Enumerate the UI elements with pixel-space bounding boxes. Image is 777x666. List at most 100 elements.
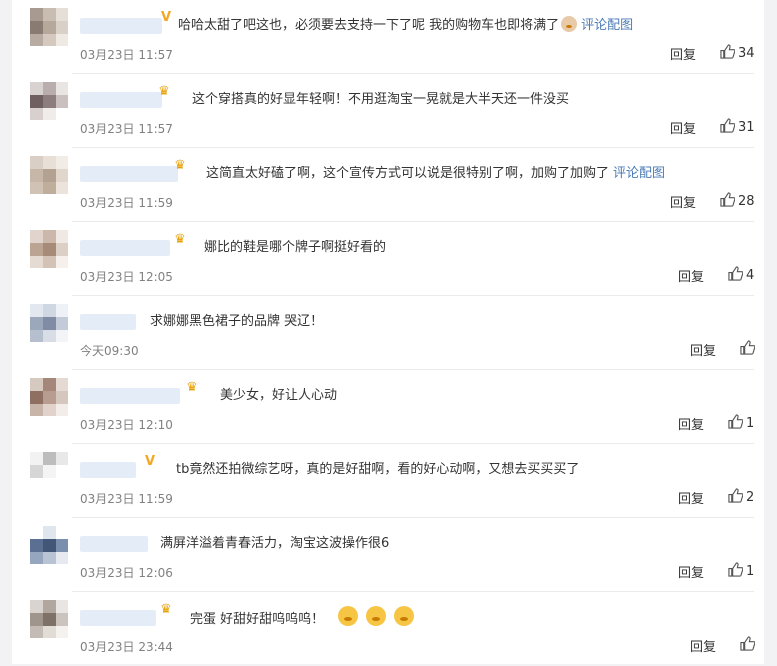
comment-time: 03月23日 12:10 <box>80 418 173 432</box>
reply-button[interactable]: 回复 <box>670 44 696 63</box>
crown-icon: ♛ <box>186 380 198 395</box>
thumbs-up-icon <box>720 44 736 59</box>
comment-image-link[interactable]: 评论配图 <box>613 166 665 181</box>
thumbs-up-icon <box>720 118 736 133</box>
comment-item: ♛ 美少女，好让人心动 03月23日 12:10 回复 1 <box>12 370 764 444</box>
avatar[interactable] <box>30 8 68 46</box>
comment-item: ♛ 完蛋 好甜好甜呜呜呜！ 03月23日 23:44 回复 <box>12 592 764 666</box>
comment-time: 03月23日 12:05 <box>80 270 173 284</box>
thumbs-up-icon <box>740 636 756 651</box>
reply-button[interactable]: 回复 <box>678 414 704 433</box>
comment-image-link[interactable]: 评论配图 <box>581 18 633 33</box>
avatar[interactable] <box>30 304 68 342</box>
thumbs-up-icon <box>728 488 744 503</box>
thumbs-up-icon <box>728 562 744 577</box>
v-badge-icon: V <box>160 10 172 25</box>
comment-text: 这个穿搭真的好显年轻啊！不用逛淘宝一晃就是大半天还一件没买 <box>192 88 569 107</box>
crown-icon: ♛ <box>174 158 186 173</box>
reply-button[interactable]: 回复 <box>678 488 704 507</box>
thumbs-up-icon <box>728 266 744 281</box>
crown-icon: ♛ <box>174 232 186 247</box>
comment-list: V 哈哈太甜了吧这也，必须要去支持一下了呢 我的购物车也即将满了 评论配图 03月… <box>12 0 764 664</box>
username[interactable] <box>80 388 180 404</box>
comment-time: 03月23日 11:57 <box>80 48 173 62</box>
comment-time: 03月23日 11:59 <box>80 196 173 210</box>
comment-item: ♛ 这个穿搭真的好显年轻啊！不用逛淘宝一晃就是大半天还一件没买 03月23日 1… <box>12 74 764 148</box>
crown-icon: ♛ <box>158 84 170 99</box>
comment-item: 满屏洋溢着青春活力，淘宝这波操作很6 03月23日 12:06 回复 1 <box>12 518 764 592</box>
username[interactable] <box>80 92 162 108</box>
cat-emoji-icon <box>561 16 578 32</box>
comment-item: V 哈哈太甜了吧这也，必须要去支持一下了呢 我的购物车也即将满了 评论配图 03月… <box>12 0 764 74</box>
avatar[interactable] <box>30 378 68 416</box>
username[interactable] <box>80 536 148 552</box>
like-button[interactable]: 1 <box>728 562 754 579</box>
username[interactable] <box>80 166 178 182</box>
blush-emoji-icon <box>394 606 415 626</box>
like-count: 31 <box>738 120 755 135</box>
like-button[interactable]: 31 <box>720 118 755 135</box>
comment-body: 求娜娜黑色裙子的品牌 哭辽！ <box>150 314 324 329</box>
username[interactable] <box>80 610 156 626</box>
comment-text: tb竟然还拍微综艺呀，真的是好甜啊，看的好心动啊，又想去买买买了 <box>176 458 579 477</box>
comment-item: ♛ 这简直太好磕了啊，这个宣传方式可以说是很特别了啊，加购了加购了 评论配图 03… <box>12 148 764 222</box>
like-button[interactable]: 34 <box>720 44 755 61</box>
comment-body: 娜比的鞋是哪个牌子啊挺好看的 <box>204 240 387 255</box>
comment-text: 这简直太好磕了啊，这个宣传方式可以说是很特别了啊，加购了加购了 评论配图 <box>206 162 665 181</box>
username[interactable] <box>80 240 170 256</box>
blush-emoji-icon <box>366 606 387 626</box>
comment-body: 哈哈太甜了吧这也，必须要去支持一下了呢 我的购物车也即将满了 <box>178 18 560 33</box>
comment-text: 完蛋 好甜好甜呜呜呜！ <box>190 606 420 627</box>
comment-time: 03月23日 23:44 <box>80 640 173 654</box>
like-count: 2 <box>746 490 755 505</box>
reply-button[interactable]: 回复 <box>678 266 704 285</box>
comment-text: 满屏洋溢着青春活力，淘宝这波操作很6 <box>160 532 389 551</box>
like-button[interactable] <box>740 636 758 653</box>
comment-body: tb竟然还拍微综艺呀，真的是好甜啊，看的好心动啊，又想去买买买了 <box>176 462 580 477</box>
like-count: 1 <box>746 564 755 579</box>
avatar[interactable] <box>30 526 68 564</box>
comment-body: 美少女，好让人心动 <box>220 388 338 403</box>
reply-button[interactable]: 回复 <box>690 340 716 359</box>
like-button[interactable] <box>740 340 758 357</box>
v-badge-icon: V <box>144 454 156 469</box>
thumbs-up-icon <box>728 414 744 429</box>
comment-item: V tb竟然还拍微综艺呀，真的是好甜啊，看的好心动啊，又想去买买买了 03月23… <box>12 444 764 518</box>
avatar[interactable] <box>30 230 68 268</box>
username[interactable] <box>80 462 136 478</box>
like-button[interactable]: 2 <box>728 488 754 505</box>
thumbs-up-icon <box>720 192 736 207</box>
comment-text: 求娜娜黑色裙子的品牌 哭辽！ <box>150 310 323 329</box>
comment-time: 03月23日 12:06 <box>80 566 173 580</box>
reply-button[interactable]: 回复 <box>670 192 696 211</box>
comment-body: 满屏洋溢着青春活力，淘宝这波操作很6 <box>160 536 390 551</box>
like-count: 1 <box>746 416 755 431</box>
avatar[interactable] <box>30 600 68 638</box>
like-button[interactable]: 4 <box>728 266 754 283</box>
comment-item: ♛ 娜比的鞋是哪个牌子啊挺好看的 03月23日 12:05 回复 4 <box>12 222 764 296</box>
like-button[interactable]: 1 <box>728 414 754 431</box>
comment-time: 03月23日 11:57 <box>80 122 173 136</box>
comment-body: 完蛋 好甜好甜呜呜呜！ <box>190 612 325 627</box>
avatar[interactable] <box>30 452 68 490</box>
comment-time: 今天09:30 <box>80 344 139 358</box>
comment-text: 哈哈太甜了吧这也，必须要去支持一下了呢 我的购物车也即将满了 评论配图 <box>178 14 633 33</box>
reply-button[interactable]: 回复 <box>690 636 716 655</box>
avatar[interactable] <box>30 82 68 120</box>
like-count: 4 <box>746 268 755 283</box>
avatar[interactable] <box>30 156 68 194</box>
like-button[interactable]: 28 <box>720 192 755 209</box>
comment-item: 求娜娜黑色裙子的品牌 哭辽！ 今天09:30 回复 <box>12 296 764 370</box>
comment-body: 这简直太好磕了啊，这个宣传方式可以说是很特别了啊，加购了加购了 <box>206 166 610 181</box>
username[interactable] <box>80 314 136 330</box>
comment-text: 娜比的鞋是哪个牌子啊挺好看的 <box>204 236 386 255</box>
username[interactable] <box>80 18 162 34</box>
reply-button[interactable]: 回复 <box>670 118 696 137</box>
like-count: 28 <box>738 194 755 209</box>
comment-time: 03月23日 11:59 <box>80 492 173 506</box>
blush-emoji-icon <box>338 606 359 626</box>
comment-body: 这个穿搭真的好显年轻啊！不用逛淘宝一晃就是大半天还一件没买 <box>192 92 570 107</box>
crown-icon: ♛ <box>160 602 172 617</box>
comment-text: 美少女，好让人心动 <box>220 384 337 403</box>
reply-button[interactable]: 回复 <box>678 562 704 581</box>
